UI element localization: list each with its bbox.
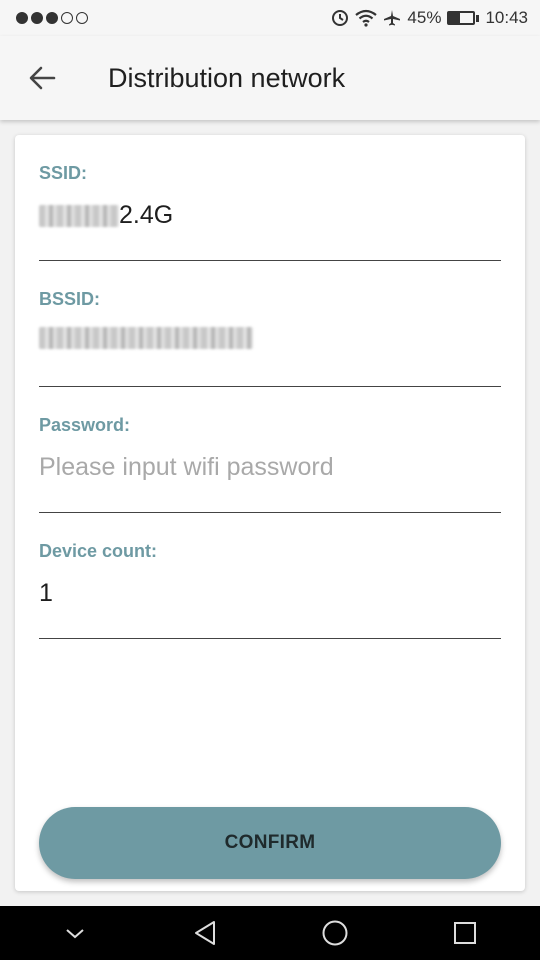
screen: 45% 10:43 Distribution network SSID: 2.4… xyxy=(0,0,540,960)
back-button[interactable] xyxy=(0,36,84,120)
battery-percent: 45% xyxy=(407,8,442,27)
signal-dot xyxy=(16,12,28,24)
nav-recents-button[interactable] xyxy=(435,906,495,960)
bssid-value[interactable] xyxy=(39,327,501,349)
chevron-down-icon xyxy=(66,929,84,939)
navigation-bar xyxy=(0,906,540,960)
app-bar: Distribution network xyxy=(0,36,540,120)
ssid-suffix: 2.4G xyxy=(119,201,174,229)
redacted-text xyxy=(39,204,119,227)
redacted-text xyxy=(39,327,253,349)
password-label: Password: xyxy=(39,415,131,435)
arrow-left-icon xyxy=(29,66,56,90)
device-count-label: Device count: xyxy=(39,541,158,561)
password-field: Password: xyxy=(39,387,501,513)
clock: 10:43 xyxy=(485,8,528,27)
ssid-label: SSID: xyxy=(39,163,88,183)
signal-dot xyxy=(76,12,88,24)
hide-nav-button[interactable] xyxy=(45,906,105,960)
nav-home-button[interactable] xyxy=(305,906,365,960)
bssid-label: BSSID: xyxy=(39,289,101,309)
device-count-input[interactable] xyxy=(39,579,501,608)
page-title: Distribution network xyxy=(108,62,346,93)
back-triangle-icon xyxy=(195,921,215,945)
bssid-field: BSSID: xyxy=(39,261,501,387)
confirm-button[interactable]: CONFIRM xyxy=(39,807,501,879)
device-count-field: Device count: xyxy=(39,513,501,639)
home-circle-icon xyxy=(322,920,348,946)
form-card: SSID: 2.4G BSSID: Password: Device count… xyxy=(15,135,525,891)
nav-back-button[interactable] xyxy=(175,906,235,960)
airplane-icon xyxy=(383,9,401,27)
recents-square-icon xyxy=(454,922,476,944)
signal-dot xyxy=(31,12,43,24)
battery-icon xyxy=(447,11,480,25)
status-right: 45% 10:43 xyxy=(331,8,528,28)
status-bar: 45% 10:43 xyxy=(0,0,540,36)
signal-dot xyxy=(61,12,73,24)
signal-strength-icon xyxy=(16,12,88,24)
ssid-value[interactable]: 2.4G xyxy=(39,201,501,230)
alarm-icon xyxy=(331,9,349,27)
wifi-icon xyxy=(355,9,378,27)
password-input[interactable] xyxy=(39,453,501,482)
ssid-field: SSID: 2.4G xyxy=(39,135,501,261)
signal-dot xyxy=(46,12,58,24)
